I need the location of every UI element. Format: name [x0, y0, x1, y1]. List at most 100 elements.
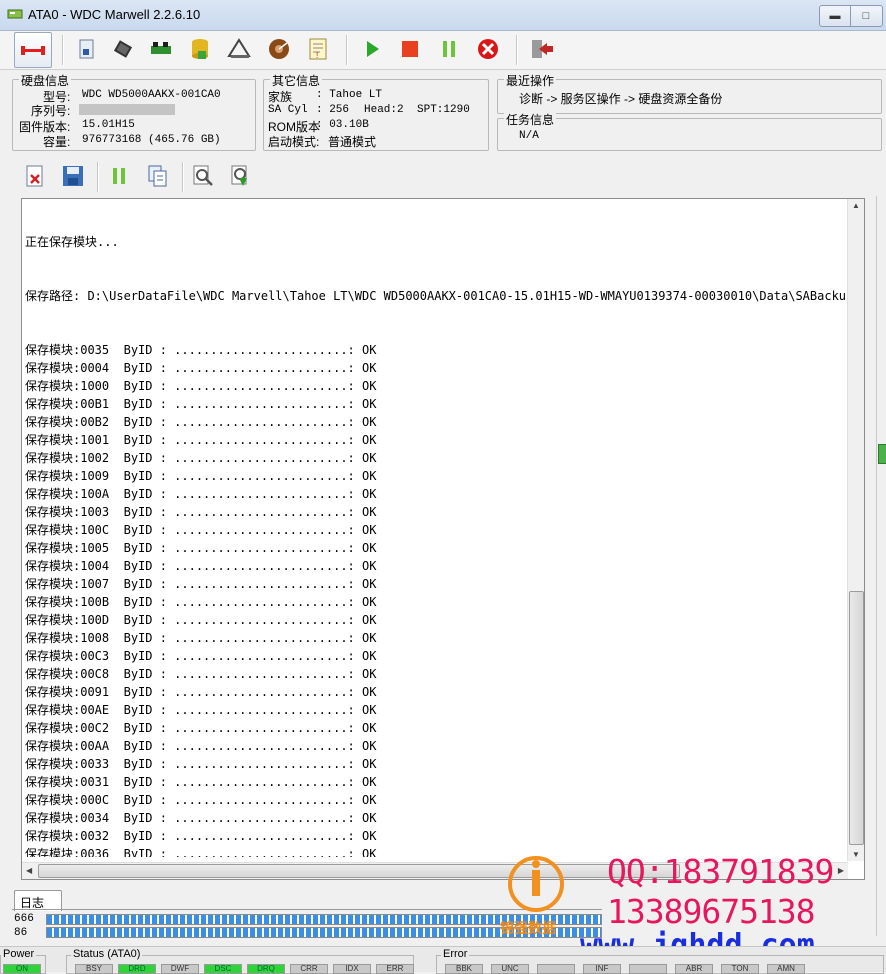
log-entry-prefix: 保存模块:	[25, 667, 81, 681]
board-icon	[151, 42, 171, 54]
other-info-legend: 其它信息	[270, 72, 323, 89]
log-entry: 保存模块:1007 ByID : .......................…	[25, 575, 849, 593]
family-label: 家族	[268, 90, 293, 104]
log-entry-prefix: 保存模块:	[25, 361, 81, 375]
log-entry-prefix: 保存模块:	[25, 757, 81, 771]
recent-operation-value: 诊断 -> 服务区操作 -> 硬盘资源全备份	[519, 92, 723, 106]
scroll-right-icon[interactable]: ▶	[838, 866, 844, 875]
log-entry-module: 00B1	[80, 397, 110, 411]
log-entry-status: OK	[362, 343, 377, 357]
log-entry-prefix: 保存模块:	[25, 469, 81, 483]
log-entry: 保存模块:0004 ByID : .......................…	[25, 359, 849, 377]
window-title: ATA0 - WDC Marwell 2.2.6.10	[28, 7, 201, 22]
log-entry-status: OK	[362, 685, 377, 699]
log-panel[interactable]: 正在保存模块... 保存路径: D:\UserDataFile\WDC Marv…	[21, 198, 865, 880]
connect-button[interactable]	[14, 32, 52, 68]
log-entry: 保存模块:0091 ByID : .......................…	[25, 683, 849, 701]
scroll-down-icon[interactable]: ▼	[852, 850, 860, 859]
app-icon	[7, 9, 23, 19]
log-header-line: 正在保存模块...	[25, 235, 119, 249]
error-led-unc: UNC	[491, 964, 529, 974]
log-entry-status: OK	[362, 469, 377, 483]
log-entry-mid: ByID : ........................:	[109, 649, 363, 663]
error-led-abr: ABR	[675, 964, 713, 974]
power-legend: Power	[1, 948, 37, 960]
firmware-value: 15.01H15	[82, 119, 135, 131]
find-button[interactable]	[188, 161, 218, 191]
log-entry: 保存模块:1004 ByID : .......................…	[25, 557, 849, 575]
error-group: Error BBK UNC INF ABR TON AMN	[436, 948, 884, 974]
status-led-dsc: DSC	[204, 964, 242, 974]
clear-log-button[interactable]	[20, 161, 50, 191]
stop-button[interactable]	[395, 34, 425, 64]
log-entry-module: 0035	[80, 343, 110, 357]
pause-icon	[443, 41, 455, 57]
maximize-icon: □	[862, 10, 870, 22]
status-led-drq: DRQ	[247, 964, 285, 974]
watermark-logo-text: 锦强数据	[500, 920, 556, 936]
log-entry-status: OK	[362, 595, 377, 609]
chip-button[interactable]	[108, 34, 138, 64]
log-path-line: 保存路径: D:\UserDataFile\WDC Marvell\Tahoe …	[25, 289, 849, 303]
exit-icon	[532, 40, 553, 58]
vertical-scroll-thumb[interactable]	[849, 591, 864, 845]
disk-info-button[interactable]	[72, 34, 102, 64]
log-entry-prefix: 保存模块:	[25, 631, 81, 645]
log-entry-mid: ByID : ........................:	[109, 811, 363, 825]
export-button[interactable]	[226, 161, 256, 191]
log-entry-status: OK	[362, 361, 377, 375]
toolbar-separator	[346, 35, 348, 65]
log-entry-module: 1002	[80, 451, 110, 465]
log-toolbar	[14, 156, 872, 196]
toolbar-separator	[182, 162, 184, 192]
log-entry-prefix: 保存模块:	[25, 685, 81, 699]
capacity-value: 976773168 (465.76 GB)	[82, 134, 221, 146]
pause-log-button[interactable]	[104, 161, 134, 191]
board-button[interactable]	[146, 34, 176, 64]
log-entry-mid: ByID : ........................:	[109, 703, 363, 717]
log-entry: 保存模块:00B2 ByID : .......................…	[25, 413, 849, 431]
model-value: WDC WD5000AAKX-001CA0	[82, 89, 221, 101]
log-entry-status: OK	[362, 793, 377, 807]
status-group: Status (ATA0) BSY DRD DWF DSC DRQ CRR IDX ERR	[66, 948, 414, 974]
tab-log[interactable]: 日志	[14, 890, 62, 911]
log-entry: 保存模块:100A ByID : .......................…	[25, 485, 849, 503]
log-entry-prefix: 保存模块:	[25, 379, 81, 393]
minimize-button[interactable]: ▬	[820, 6, 850, 26]
tools-button[interactable]	[224, 34, 254, 64]
exit-button[interactable]	[526, 34, 556, 64]
report-button[interactable]: !	[303, 34, 333, 64]
log-entry-prefix: 保存模块:	[25, 847, 81, 857]
log-entry: 保存模块:1008 ByID : .......................…	[25, 629, 849, 647]
log-entry-status: OK	[362, 775, 377, 789]
scroll-left-icon[interactable]: ◀	[26, 866, 32, 875]
log-entry-mid: ByID : ........................:	[109, 451, 363, 465]
vertical-scrollbar[interactable]: ▲ ▼	[847, 199, 864, 861]
log-entry-prefix: 保存模块:	[25, 703, 81, 717]
database-button[interactable]	[185, 34, 215, 64]
scroll-up-icon[interactable]: ▲	[852, 201, 860, 210]
serial-label: 序列号:	[31, 104, 71, 118]
disk-info-legend: 硬盘信息	[19, 72, 72, 89]
capacity-label: 容量:	[43, 135, 71, 149]
status-led-dwf: DWF	[161, 964, 199, 974]
pause-button[interactable]	[434, 34, 464, 64]
status-led-crr: CRR	[290, 964, 328, 974]
log-entry-mid: ByID : ........................:	[109, 505, 363, 519]
copy-log-button[interactable]	[143, 161, 173, 191]
log-entry-prefix: 保存模块:	[25, 649, 81, 663]
save-log-button[interactable]	[58, 161, 88, 191]
cancel-button[interactable]	[473, 34, 503, 64]
horizontal-scroll-thumb[interactable]	[38, 864, 680, 878]
log-entry-status: OK	[362, 541, 377, 555]
start-button[interactable]	[358, 34, 388, 64]
maximize-button[interactable]: □	[850, 6, 881, 26]
log-entry-mid: ByID : ........................:	[109, 613, 363, 627]
log-entry: 保存模块:0035 ByID : .......................…	[25, 341, 849, 359]
task-info-legend: 任务信息	[504, 111, 557, 128]
svg-text:!: !	[316, 51, 318, 60]
platter-button[interactable]	[264, 34, 294, 64]
log-entry-prefix: 保存模块:	[25, 415, 81, 429]
log-entry-module: 1003	[80, 505, 110, 519]
toolbar-separator	[516, 35, 518, 65]
